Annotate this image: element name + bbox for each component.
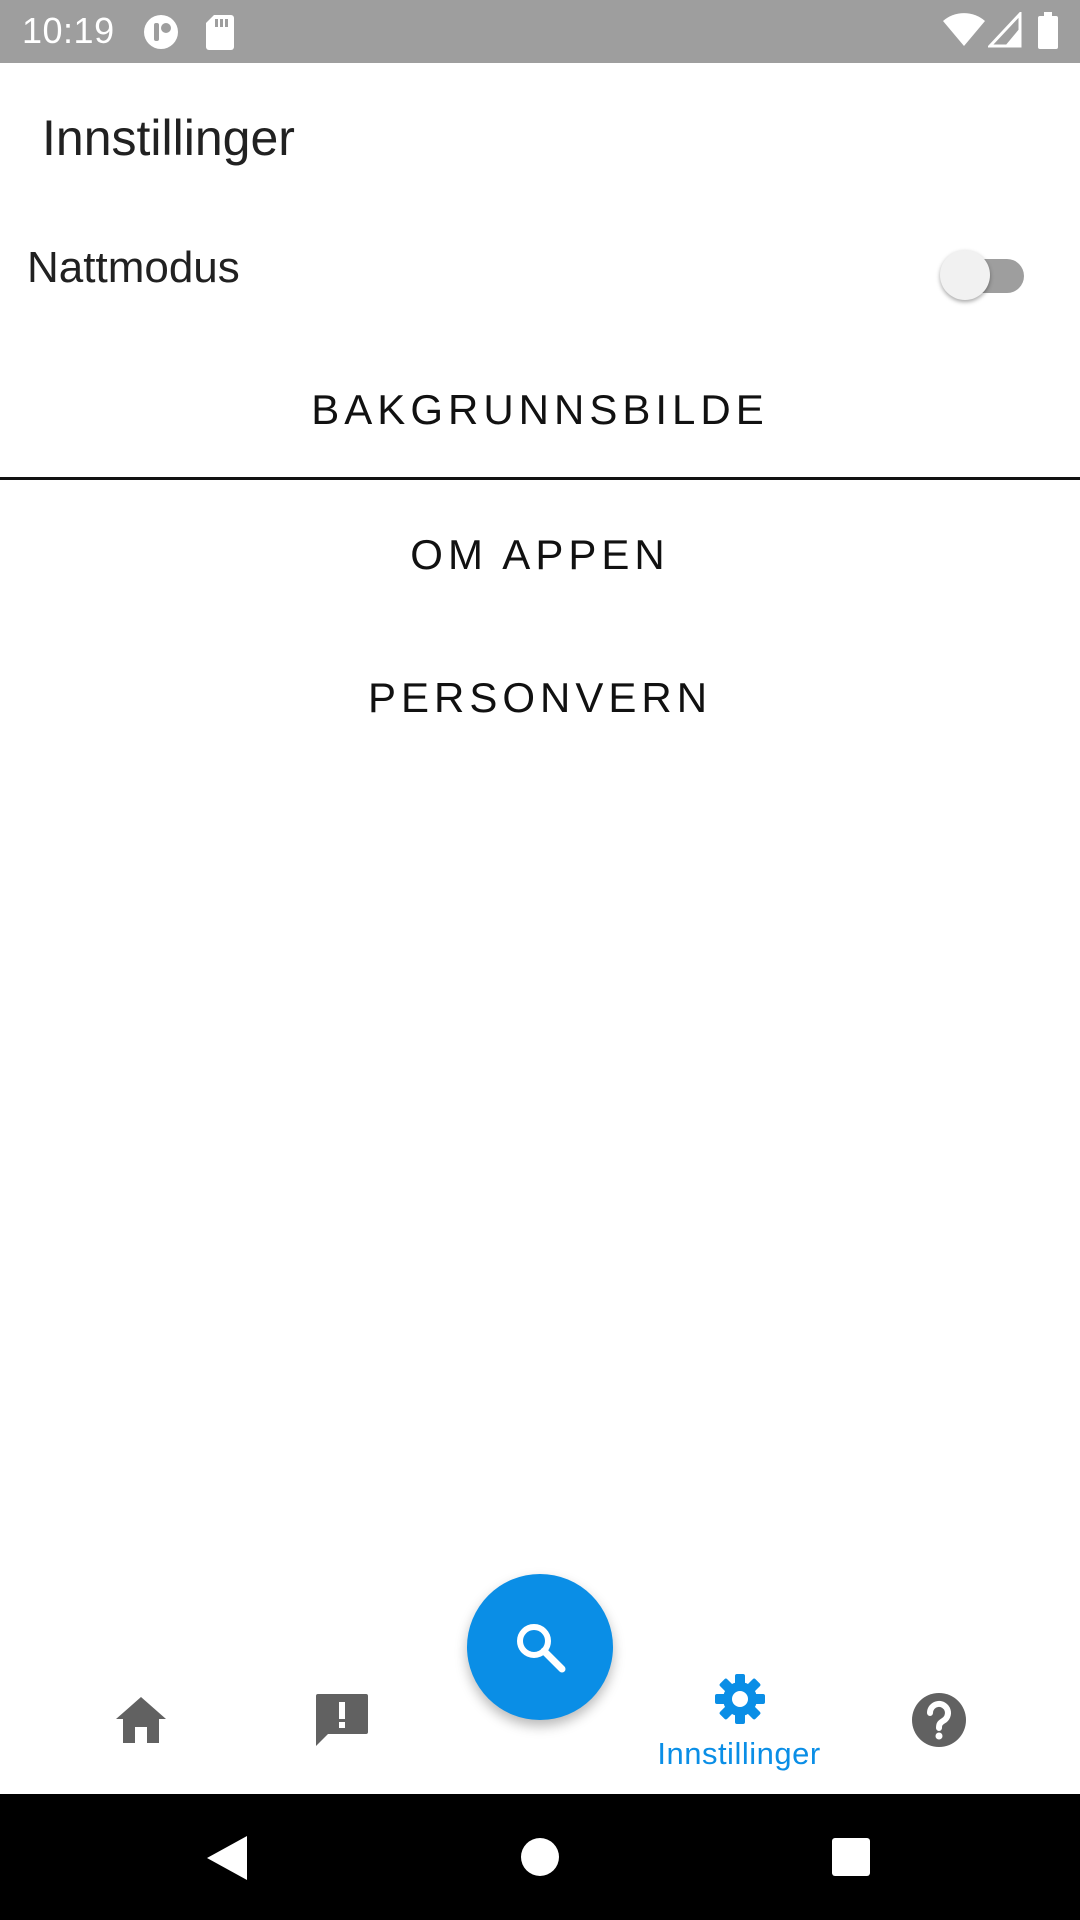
- privacy-button[interactable]: PERSONVERN: [0, 638, 1080, 758]
- back-icon: [205, 1834, 249, 1887]
- settings-icon: [713, 1672, 767, 1731]
- nav-item-home[interactable]: [41, 1614, 241, 1794]
- wifi-icon: [942, 12, 986, 53]
- system-recents-button[interactable]: [790, 1794, 910, 1920]
- search-fab[interactable]: [467, 1574, 613, 1720]
- switch-thumb: [940, 250, 990, 300]
- cell-signal-icon: [986, 10, 1022, 53]
- sd-card-icon: [205, 13, 235, 56]
- help-icon: [911, 1692, 967, 1753]
- night-mode-label: Nattmodus: [27, 243, 240, 292]
- nav-item-reports[interactable]: [241, 1614, 441, 1794]
- page-title: Innstillinger: [42, 110, 295, 166]
- status-time: 10:19: [22, 10, 115, 51]
- home-circle-icon: [520, 1837, 560, 1882]
- nav-item-settings[interactable]: Innstillinger: [639, 1614, 839, 1794]
- recents-icon: [831, 1837, 871, 1882]
- nav-item-help[interactable]: [838, 1614, 1038, 1794]
- status-bar: 10:19: [0, 0, 1080, 63]
- search-icon: [514, 1621, 566, 1678]
- divider: [0, 477, 1080, 480]
- report-icon: [314, 1692, 370, 1753]
- system-home-button[interactable]: [480, 1794, 600, 1920]
- background-image-button[interactable]: BAKGRUNNSBILDE: [0, 350, 1080, 470]
- system-back-button[interactable]: [165, 1794, 285, 1920]
- night-mode-switch[interactable]: [940, 250, 1026, 300]
- night-mode-row: Nattmodus: [0, 230, 1080, 310]
- settings-screen: 10:19 Innstillinger Nattmodus BAKGRUNNSB…: [0, 0, 1080, 1920]
- about-app-button[interactable]: OM APPEN: [0, 495, 1080, 615]
- system-navigation-bar: [0, 1794, 1080, 1920]
- home-icon: [114, 1695, 168, 1750]
- battery-icon: [1037, 12, 1059, 55]
- notification-app-icon: [142, 13, 180, 56]
- nav-label-settings: Innstillinger: [657, 1736, 821, 1771]
